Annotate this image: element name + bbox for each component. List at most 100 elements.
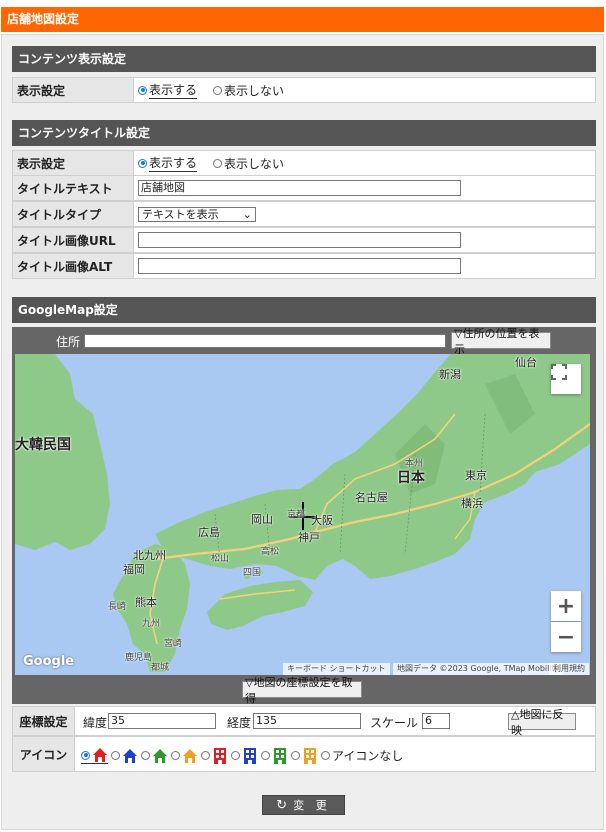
- icon-options: アイコンなし: [81, 747, 419, 764]
- map-data-attribution: 地図データ ©2023 Google, TMap Mobility: [393, 663, 564, 675]
- house-red-icon: [93, 748, 107, 762]
- map-label-kobe: 神戸: [298, 531, 320, 544]
- icon-option-5[interactable]: [201, 747, 228, 764]
- building-blue-icon: [244, 747, 256, 764]
- page-title: 店舗地図設定: [1, 7, 604, 32]
- icon-option-7[interactable]: [261, 747, 288, 764]
- map-label-miyakonojo: 都城: [151, 663, 170, 673]
- image-url-row: タイトル画像URL: [12, 227, 596, 253]
- map-label-nagasaki: 長崎: [108, 602, 127, 612]
- zoom-in-button[interactable]: +: [551, 591, 581, 621]
- get-coords-button[interactable]: ▽地図の座標設定を取得: [242, 676, 362, 705]
- image-alt-label: タイトル画像ALT: [13, 254, 134, 278]
- radio-dot: [141, 751, 150, 760]
- map-canvas[interactable]: 大韓民国 新潟 仙台 日本 本州 東京 横浜 名古屋 京都 大阪 神戸 岡山 広…: [15, 354, 590, 675]
- map-label-shikoku: 四国: [243, 568, 262, 578]
- map-label-nagoya: 名古屋: [355, 491, 388, 504]
- coords-row: 座標設定 緯度 35 経度 135 スケール 6 △地図に反映: [12, 706, 596, 737]
- apply-to-map-button[interactable]: △地図に反映: [508, 708, 576, 737]
- map-label-korea: 大韓民国: [15, 437, 71, 453]
- lat-input[interactable]: 35: [108, 713, 216, 729]
- address-label: 住所: [56, 335, 81, 349]
- content-display-hide-radio[interactable]: 表示しない: [213, 82, 284, 99]
- building-green-icon: [274, 747, 286, 764]
- map-label-takamatsu: 高松: [261, 547, 280, 557]
- submit-label: 変 更: [293, 799, 331, 812]
- map-label-matsuyama: 松山: [211, 554, 230, 564]
- icon-option-2[interactable]: [111, 748, 138, 764]
- content-title-header: コンテンツタイトル設定: [12, 120, 596, 146]
- map-label-kagoshima: 鹿児島: [125, 653, 153, 663]
- lat-label: 緯度: [83, 716, 108, 730]
- show-location-button[interactable]: ▽住所の位置を表示: [451, 327, 551, 356]
- scale-input[interactable]: 6: [422, 713, 450, 729]
- title-display-show-radio[interactable]: 表示する: [138, 154, 198, 172]
- terms-link[interactable]: 利用規約: [549, 663, 589, 675]
- radio-dot: [261, 751, 270, 760]
- address-row: 住所 ▽住所の位置を表示: [12, 327, 596, 356]
- icon-option-3[interactable]: [141, 748, 168, 764]
- googlemap-box: 住所 ▽住所の位置を表示 大韓民国 新潟 仙台 日本 本州 東京 横浜 名古屋 …: [12, 327, 596, 705]
- image-alt-row: タイトル画像ALT: [12, 253, 596, 279]
- chevron-down-icon: ⌄: [242, 207, 252, 221]
- map-label-niigata: 新潟: [439, 368, 461, 381]
- radio-dot: [201, 751, 210, 760]
- icon-none-label: アイコンなし: [332, 749, 404, 763]
- map-label-kumamoto: 熊本: [135, 596, 157, 609]
- title-text-row: タイトルテキスト 店舗地図: [12, 175, 596, 201]
- house-blue-icon: [123, 748, 137, 763]
- building-orange-icon: [304, 747, 316, 764]
- lng-label: 経度: [227, 716, 252, 730]
- fullscreen-icon: [551, 364, 567, 380]
- image-url-label: タイトル画像URL: [13, 228, 134, 252]
- lng-input[interactable]: 135: [253, 713, 361, 729]
- map-label-yokohama: 横浜: [461, 497, 483, 510]
- radio-dot: [321, 751, 330, 760]
- image-alt-input[interactable]: [138, 258, 461, 274]
- radio-dot: [111, 751, 120, 760]
- map-label-sendai: 仙台: [515, 356, 537, 369]
- map-label-tokyo: 東京: [465, 469, 487, 482]
- map-label-japan: 日本: [397, 470, 425, 486]
- title-type-row: タイトルタイプ テキストを表示 ⌄: [12, 201, 596, 227]
- icon-option-6[interactable]: [231, 747, 258, 764]
- map-label-miyazaki: 宮崎: [164, 639, 183, 649]
- radio-dot: [138, 85, 147, 95]
- title-display-label: 表示設定: [13, 151, 134, 175]
- icon-none-radio[interactable]: アイコンなし: [321, 747, 403, 764]
- radio-dot: [231, 751, 240, 760]
- icon-label: アイコン: [13, 737, 75, 771]
- zoom-out-button[interactable]: −: [551, 622, 581, 652]
- content-display-show-radio[interactable]: 表示する: [138, 81, 198, 99]
- title-type-select[interactable]: テキストを表示 ⌄: [138, 206, 256, 222]
- house-orange-icon: [183, 748, 197, 763]
- title-display-row: 表示設定 表示する 表示しない: [12, 150, 596, 176]
- map-label-honshu: 本州: [405, 459, 424, 469]
- coords-label: 座標設定: [13, 707, 75, 735]
- building-red-icon: [214, 747, 226, 764]
- radio-dot: [81, 750, 90, 760]
- refresh-icon: ↻: [276, 797, 288, 813]
- map-label-hiroshima: 広島: [198, 526, 220, 539]
- scale-label: スケール: [370, 716, 419, 730]
- title-display-hide-radio[interactable]: 表示しない: [213, 155, 284, 172]
- map-label-fukuoka: 福岡: [123, 563, 145, 576]
- fullscreen-button[interactable]: [551, 364, 581, 394]
- address-input[interactable]: [84, 334, 446, 348]
- radio-dot: [213, 85, 223, 95]
- icon-option-1[interactable]: [81, 747, 108, 764]
- radio-dot: [213, 158, 223, 168]
- map-label-kyoto: 京都: [287, 510, 306, 520]
- content-display-label: 表示設定: [13, 78, 134, 102]
- submit-button[interactable]: ↻ 変 更: [262, 795, 345, 815]
- map-label-okayama: 岡山: [251, 513, 273, 526]
- icon-option-8[interactable]: [291, 747, 318, 764]
- radio-dot: [138, 158, 147, 168]
- googlemap-header: GoogleMap設定: [12, 297, 596, 323]
- google-logo: Google: [23, 654, 75, 669]
- image-url-input[interactable]: [138, 232, 461, 248]
- icon-option-4[interactable]: [171, 748, 198, 764]
- radio-dot: [291, 751, 300, 760]
- title-text-input[interactable]: 店舗地図: [138, 180, 461, 196]
- title-text-label: タイトルテキスト: [13, 176, 134, 200]
